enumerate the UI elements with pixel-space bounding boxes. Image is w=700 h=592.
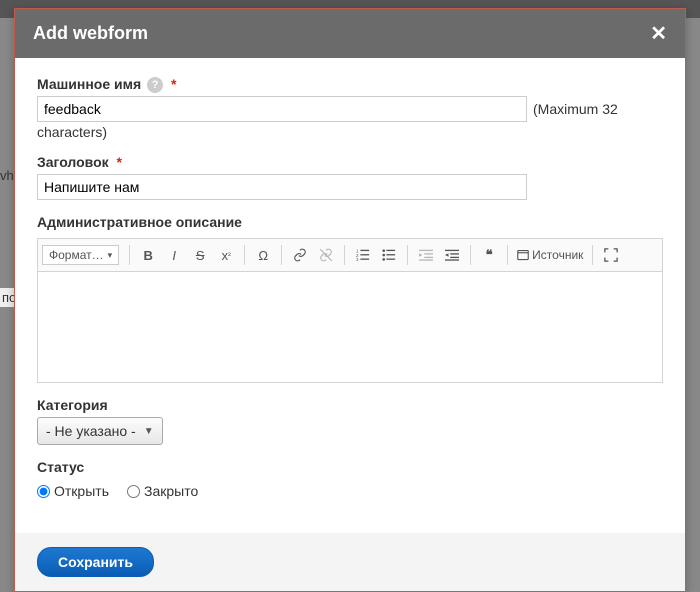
blockquote-icon[interactable]: ❝ — [477, 243, 501, 267]
status-option-open[interactable]: Открыть — [37, 483, 109, 499]
machine-name-label: Машинное имя — [37, 76, 141, 92]
modal-footer: Сохранить — [15, 533, 685, 591]
unordered-list-icon[interactable] — [377, 243, 401, 267]
modal-header: Add webform ✕ — [15, 9, 685, 58]
machine-name-row: Машинное имя ? * (Maximum 32 characters) — [37, 76, 663, 140]
category-row: Категория - Не указано - ▼ — [37, 397, 663, 445]
italic-icon[interactable]: I — [162, 243, 186, 267]
maximize-icon[interactable] — [599, 243, 623, 267]
status-row: Статус Открыть Закрыто — [37, 459, 663, 499]
indent-icon[interactable] — [440, 243, 464, 267]
description-label: Административное описание — [37, 214, 242, 230]
source-button[interactable]: Источник — [514, 243, 586, 267]
description-textarea[interactable] — [38, 272, 662, 382]
machine-name-input[interactable] — [37, 96, 527, 122]
source-label: Источник — [532, 248, 583, 262]
status-option-closed[interactable]: Закрыто — [127, 483, 198, 499]
status-radio-closed[interactable] — [127, 485, 140, 498]
toolbar-separator — [592, 245, 593, 265]
format-dropdown-label: Формат… — [49, 248, 104, 262]
category-select[interactable]: - Не указано - ▼ — [37, 417, 163, 445]
superscript-icon[interactable]: x² — [214, 243, 238, 267]
strikethrough-icon[interactable]: S — [188, 243, 212, 267]
status-closed-label: Закрыто — [144, 483, 198, 499]
rich-text-editor: Формат… ▾ B I S x² Ω — [37, 238, 663, 383]
help-icon[interactable]: ? — [147, 77, 163, 93]
toolbar-separator — [344, 245, 345, 265]
add-webform-modal: Add webform ✕ Машинное имя ? * (Maximum … — [14, 8, 686, 592]
omega-icon[interactable]: Ω — [251, 243, 275, 267]
category-label: Категория — [37, 397, 108, 413]
status-radio-open[interactable] — [37, 485, 50, 498]
title-input[interactable] — [37, 174, 527, 200]
status-open-label: Открыть — [54, 483, 109, 499]
description-row: Административное описание Формат… ▾ B I … — [37, 214, 663, 383]
title-row: Заголовок * — [37, 154, 663, 200]
toolbar-separator — [407, 245, 408, 265]
unlink-icon[interactable] — [314, 243, 338, 267]
svg-text:3: 3 — [356, 257, 359, 262]
link-icon[interactable] — [288, 243, 312, 267]
machine-name-hint-below: characters) — [37, 124, 663, 140]
category-selected-value: - Не указано - — [46, 423, 136, 439]
required-marker: * — [171, 76, 176, 92]
status-label: Статус — [37, 459, 84, 475]
toolbar-separator — [129, 245, 130, 265]
toolbar-separator — [470, 245, 471, 265]
rte-toolbar: Формат… ▾ B I S x² Ω — [38, 239, 662, 272]
modal-title: Add webform — [33, 23, 148, 44]
format-dropdown[interactable]: Формат… ▾ — [42, 245, 119, 265]
ordered-list-icon[interactable]: 123 — [351, 243, 375, 267]
outdent-icon[interactable] — [414, 243, 438, 267]
toolbar-separator — [244, 245, 245, 265]
chevron-down-icon: ▾ — [108, 250, 113, 261]
required-marker: * — [117, 154, 122, 170]
toolbar-separator — [281, 245, 282, 265]
save-button[interactable]: Сохранить — [37, 547, 154, 577]
toolbar-separator — [507, 245, 508, 265]
bold-icon[interactable]: B — [136, 243, 160, 267]
chevron-down-icon: ▼ — [144, 426, 154, 437]
title-label: Заголовок — [37, 154, 109, 170]
close-icon[interactable]: ✕ — [650, 24, 667, 44]
machine-name-hint-inline: (Maximum 32 — [533, 101, 618, 117]
modal-body: Машинное имя ? * (Maximum 32 characters)… — [15, 58, 685, 523]
